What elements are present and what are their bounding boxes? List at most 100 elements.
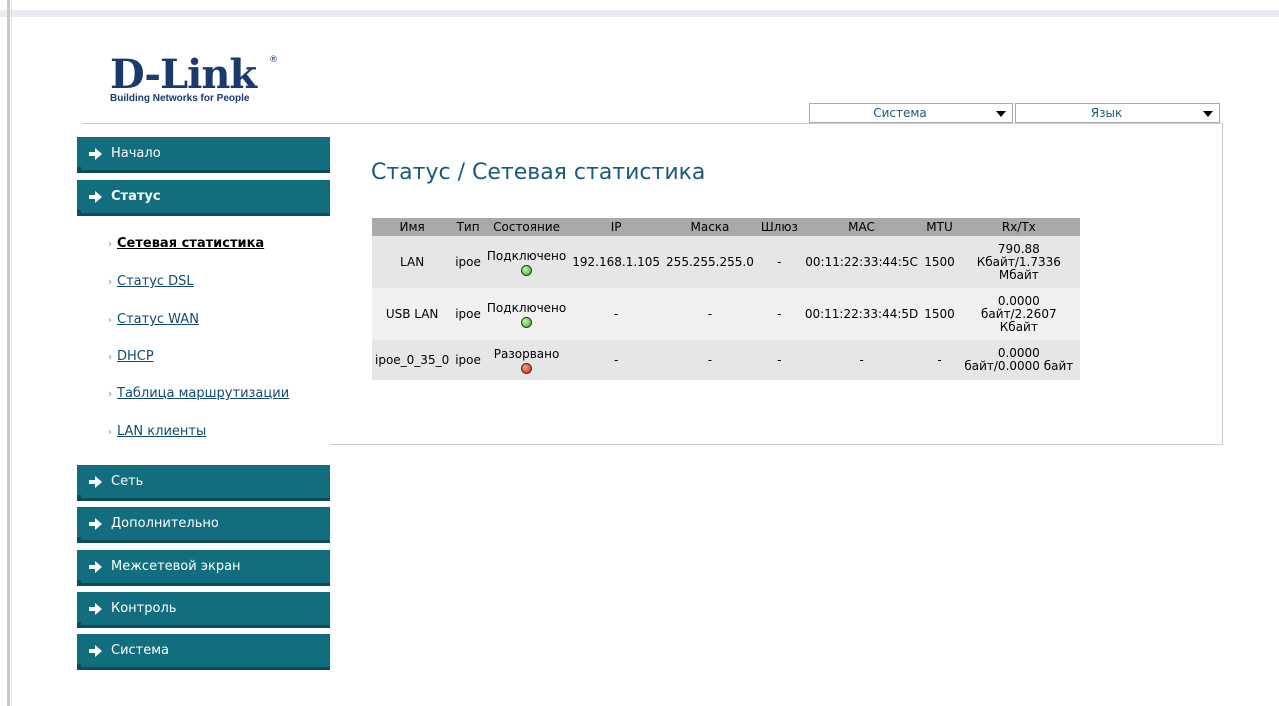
table-header-row: Имя Тип Состояние IP Маска Шлюз MAC MTU … <box>372 218 1080 236</box>
language-dropdown-label: Язык <box>1090 106 1123 120</box>
system-dropdown[interactable]: Система <box>809 103 1013 123</box>
menu-tab-notch <box>77 622 81 628</box>
menu-tab-notch <box>77 495 81 501</box>
column-header: Тип <box>452 218 484 236</box>
cell-mtu: 1500 <box>921 236 958 288</box>
submenu-link[interactable]: Статус DSL <box>117 274 194 289</box>
page-title: Статус / Сетевая статистика <box>371 160 706 185</box>
logo-text: D-Link <box>110 51 257 98</box>
menu-item-system[interactable]: Система <box>77 634 330 670</box>
menu-item-control[interactable]: Контроль <box>77 592 330 628</box>
arrow-right-icon <box>89 517 103 530</box>
menu-tab-notch <box>77 537 81 543</box>
submenu-item-dsl-status[interactable]: › Статус DSL <box>108 274 194 289</box>
arrow-right-icon <box>89 190 103 203</box>
status-green-icon <box>521 264 533 276</box>
table-row: LAN ipoe Подключено 192.168.1.105 255.25… <box>372 236 1080 288</box>
menu-item-label: Начало <box>111 146 161 161</box>
rxtx-value: 0.0000 байт/0.0000 байт <box>964 346 1074 373</box>
menu-item-label: Статус <box>111 189 161 204</box>
bullet-icon: › <box>108 389 112 400</box>
cell-rxtx: 0.0000 байт/2.2607 Кбайт <box>957 288 1080 340</box>
logo-tagline: Building Networks for People <box>110 93 250 104</box>
cell-state: Подключено <box>483 288 570 340</box>
cell-mtu: 1500 <box>921 288 958 340</box>
menu-item-network[interactable]: Сеть <box>77 465 330 501</box>
status-red-icon <box>521 362 533 374</box>
column-header: Маска <box>663 218 757 236</box>
cell-state: Подключено <box>483 236 570 288</box>
menu-item-advanced[interactable]: Дополнительно <box>77 507 330 543</box>
menu-item-firewall[interactable]: Межсетевой экран <box>77 550 330 586</box>
submenu-link[interactable]: Сетевая статистика <box>117 236 264 251</box>
cell-ip: - <box>569 288 664 340</box>
table-row: ipoe_0_35_0 ipoe Разорвано - - - - - 0.0… <box>372 340 1080 380</box>
cell-rxtx: 790.88 Кбайт/1.7336 Мбайт <box>957 236 1080 288</box>
chevron-down-icon <box>996 111 1006 117</box>
table-row: USB LAN ipoe Подключено - - - 00:11:22:3… <box>372 288 1080 340</box>
column-header: Rx/Tx <box>957 218 1080 236</box>
bullet-icon: › <box>108 239 112 250</box>
arrow-right-icon <box>89 475 103 488</box>
submenu-item-dhcp[interactable]: › DHCP <box>108 349 154 364</box>
submenu-item-routing-table[interactable]: › Таблица маршрутизации <box>108 386 289 401</box>
cell-name: LAN <box>372 236 453 288</box>
column-header: Состояние <box>483 218 570 236</box>
menu-tab-notch <box>77 580 81 586</box>
column-header: Шлюз <box>756 218 802 236</box>
state-label: Разорвано <box>493 346 560 361</box>
rxtx-value: 790.88 Кбайт/1.7336 Мбайт <box>976 241 1061 282</box>
cell-mask: - <box>663 288 757 340</box>
arrow-right-icon <box>89 602 103 615</box>
cell-type: ipoe <box>452 288 484 340</box>
column-header: MTU <box>921 218 958 236</box>
cell-mask: - <box>663 340 757 380</box>
logo-registered-mark: ® <box>269 55 278 65</box>
column-header: Имя <box>372 218 453 236</box>
bullet-icon: › <box>108 352 112 363</box>
submenu-item-wan-status[interactable]: › Статус WAN <box>108 312 199 327</box>
menu-item-label: Контроль <box>111 601 177 616</box>
menu-item-status[interactable]: Статус <box>77 180 330 216</box>
submenu-item-network-stats[interactable]: › Сетевая статистика <box>108 236 264 251</box>
menu-item-label: Система <box>111 643 170 658</box>
cell-mac: 00:11:22:33:44:5C <box>801 236 922 288</box>
submenu-link[interactable]: DHCP <box>117 349 154 364</box>
column-header: MAC <box>801 218 922 236</box>
cell-name: USB LAN <box>372 288 453 340</box>
bullet-icon: › <box>108 277 112 288</box>
top-banner-band <box>0 10 1279 17</box>
menu-item-label: Дополнительно <box>111 516 219 531</box>
network-stats-table: Имя Тип Состояние IP Маска Шлюз MAC MTU … <box>372 218 1080 380</box>
menu-item-label: Сеть <box>111 474 144 489</box>
cell-state: Разорвано <box>483 340 570 380</box>
submenu-link[interactable]: Статус WAN <box>117 312 199 327</box>
submenu-link[interactable]: LAN клиенты <box>117 424 206 439</box>
submenu-item-lan-clients[interactable]: › LAN клиенты <box>108 424 206 439</box>
left-border <box>7 0 10 706</box>
menu-tab-notch <box>77 210 81 216</box>
dlink-logo: D-Link ® Building Networks for People <box>110 55 285 110</box>
arrow-right-icon <box>89 560 103 573</box>
cell-gateway: - <box>756 340 802 380</box>
cell-rxtx: 0.0000 байт/0.0000 байт <box>957 340 1080 380</box>
bullet-icon: › <box>108 427 112 438</box>
language-dropdown[interactable]: Язык <box>1015 103 1220 123</box>
cell-mtu: - <box>921 340 958 380</box>
chevron-down-icon <box>1203 111 1213 117</box>
cell-name: ipoe_0_35_0 <box>372 340 453 380</box>
cell-type: ipoe <box>452 236 484 288</box>
rxtx-value: 0.0000 байт/2.2607 Кбайт <box>981 293 1057 334</box>
state-label: Подключено <box>486 248 567 263</box>
submenu-link[interactable]: Таблица маршрутизации <box>117 386 289 401</box>
state-label: Подключено <box>486 300 567 315</box>
top-strip <box>0 0 1279 10</box>
column-header: IP <box>569 218 664 236</box>
status-green-icon <box>521 316 533 328</box>
bullet-icon: › <box>108 315 112 326</box>
cell-ip: - <box>569 340 664 380</box>
menu-item-start[interactable]: Начало <box>77 137 330 173</box>
menu-tab-notch <box>77 664 81 670</box>
system-dropdown-label: Система <box>873 106 927 120</box>
cell-ip: 192.168.1.105 <box>569 236 664 288</box>
